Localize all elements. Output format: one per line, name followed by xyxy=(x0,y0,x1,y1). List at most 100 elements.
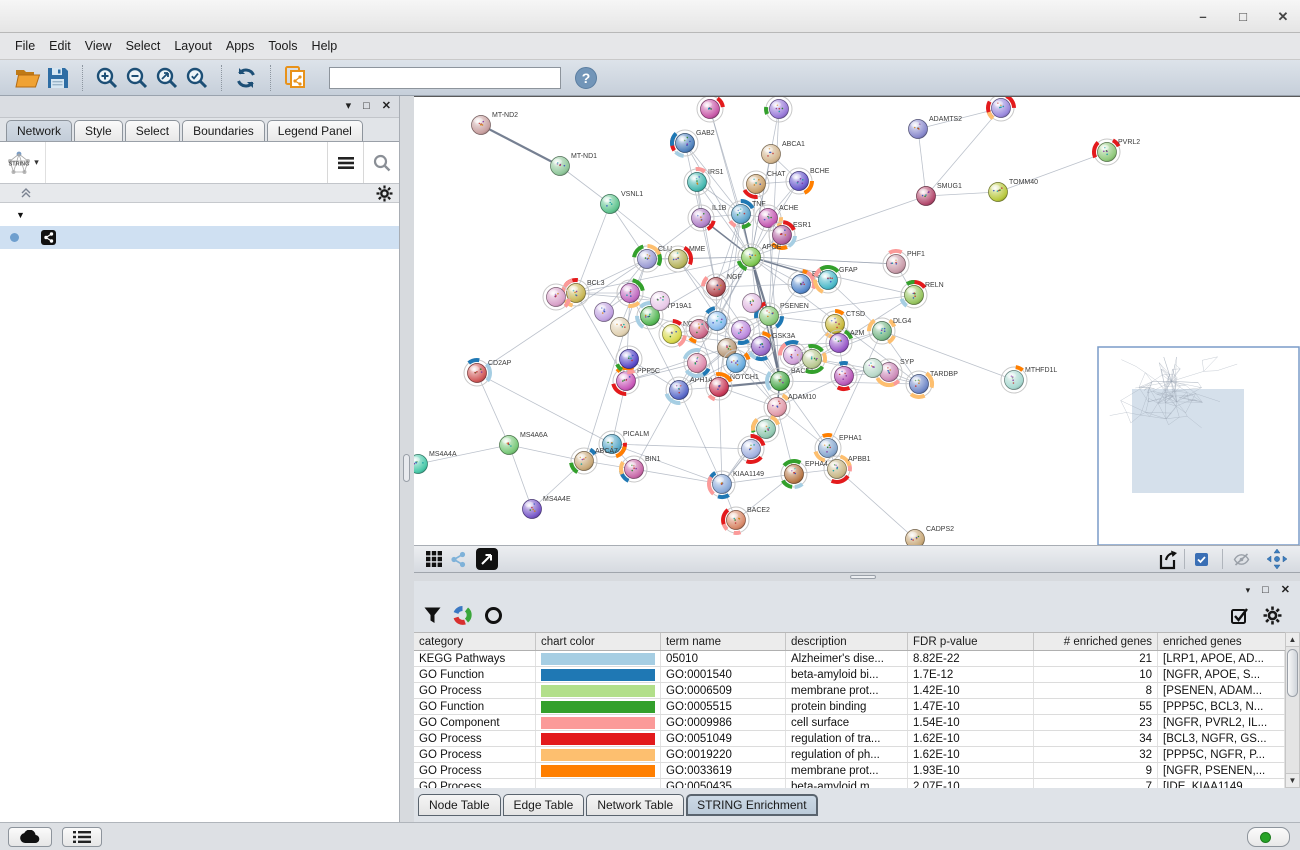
network-node[interactable] xyxy=(611,318,630,337)
tab-network[interactable]: Network xyxy=(6,120,72,141)
network-node[interactable]: PSENEN xyxy=(756,303,809,329)
column-header-3[interactable]: description xyxy=(786,633,908,650)
network-node[interactable]: KIAA1149 xyxy=(709,471,764,497)
network-node[interactable]: CHAT xyxy=(743,171,786,197)
string-options-button[interactable] xyxy=(327,142,363,183)
menu-tools[interactable]: Tools xyxy=(261,35,304,57)
network-node[interactable]: MT-ND1 xyxy=(551,153,598,176)
network-node[interactable]: PHF1 xyxy=(883,251,925,277)
network-node[interactable]: ABCA1 xyxy=(762,141,806,164)
column-header-1[interactable]: chart color xyxy=(536,633,661,650)
network-from-clipboard-icon[interactable] xyxy=(280,64,310,92)
network-node[interactable]: PPP5C xyxy=(613,368,660,394)
birdseye-view[interactable] xyxy=(1098,347,1299,545)
network-node[interactable]: IL1B xyxy=(688,205,727,231)
network-node[interactable]: BIN1 xyxy=(621,456,661,482)
table-row[interactable]: GO FunctionGO:0001540beta-amyloid bi...1… xyxy=(414,667,1285,683)
network-node[interactable]: VSNL1 xyxy=(601,191,644,214)
scroll-up-icon[interactable]: ▲ xyxy=(1286,633,1299,647)
string-query-input[interactable] xyxy=(46,142,317,183)
table-row[interactable]: GO ProcessGO:0050435beta-amyloid m...2.0… xyxy=(414,779,1285,788)
network-node[interactable]: BCHE xyxy=(786,168,830,194)
network-node[interactable]: DLG4 xyxy=(869,318,911,344)
network-node[interactable]: GFAP xyxy=(815,267,858,293)
table-row[interactable]: GO ComponentGO:0009986cell surface1.54E-… xyxy=(414,715,1285,731)
table-row[interactable]: GO ProcessGO:0033619membrane prot...1.93… xyxy=(414,763,1285,779)
filter-icon[interactable] xyxy=(424,607,441,624)
close-button[interactable]: ✕ xyxy=(1274,8,1292,26)
panel-divider[interactable] xyxy=(400,96,414,822)
menu-help[interactable]: Help xyxy=(305,35,345,57)
table-row[interactable]: GO ProcessGO:0019220regulation of ph...1… xyxy=(414,747,1285,763)
table-splitter[interactable] xyxy=(414,573,1300,581)
birdseye-toggle-icon[interactable] xyxy=(1262,545,1292,573)
string-source-selector[interactable]: STRING ▾ xyxy=(0,142,46,183)
network-node[interactable]: CD2AP xyxy=(464,360,512,386)
network-node[interactable]: ABCA7 xyxy=(571,448,618,474)
splitter-handle[interactable] xyxy=(850,575,876,579)
panel-menu-icon[interactable]: ▾ xyxy=(346,101,352,112)
network-node[interactable] xyxy=(723,350,749,376)
grid-view-icon[interactable] xyxy=(422,545,446,573)
zoom-in-icon[interactable] xyxy=(92,64,122,92)
maximize-button[interactable]: □ xyxy=(1234,8,1252,26)
zoom-out-icon[interactable] xyxy=(122,64,152,92)
network-node[interactable]: MS4A4A xyxy=(414,451,457,474)
network-node[interactable]: MTHFD1L xyxy=(1001,367,1057,393)
network-node[interactable]: TOMM40 xyxy=(989,179,1039,202)
menu-view[interactable]: View xyxy=(78,35,119,57)
network-node[interactable] xyxy=(616,346,642,372)
menu-file[interactable]: File xyxy=(8,35,42,57)
annotation-mode-icon[interactable] xyxy=(470,545,504,573)
column-header-2[interactable]: term name xyxy=(661,633,786,650)
open-file-icon[interactable] xyxy=(13,64,43,92)
tab-select[interactable]: Select xyxy=(125,120,180,141)
network-node[interactable] xyxy=(864,359,883,378)
network-node[interactable]: RELN xyxy=(901,282,944,308)
tab-boundaries[interactable]: Boundaries xyxy=(182,120,265,141)
tab-style[interactable]: Style xyxy=(74,120,123,141)
table-row[interactable]: GO FunctionGO:0005515protein binding1.47… xyxy=(414,699,1285,715)
gear-icon[interactable] xyxy=(376,185,393,202)
column-header-4[interactable]: FDR p-value xyxy=(908,633,1034,650)
table-row[interactable]: GO ProcessGO:0006509membrane prot...1.42… xyxy=(414,683,1285,699)
tab-legend-panel[interactable]: Legend Panel xyxy=(267,120,363,141)
ring-chart-icon[interactable] xyxy=(484,606,503,625)
network-node[interactable] xyxy=(988,97,1014,121)
gear-icon[interactable] xyxy=(1263,606,1282,625)
chart-settings-icon[interactable] xyxy=(453,606,472,625)
menu-apps[interactable]: Apps xyxy=(219,35,262,57)
scrollbar-thumb[interactable] xyxy=(1287,649,1298,697)
network-node[interactable] xyxy=(743,294,762,313)
menu-select[interactable]: Select xyxy=(119,35,168,57)
network-node[interactable]: MS4A4E xyxy=(523,496,571,519)
network-node[interactable] xyxy=(728,317,754,343)
network-node[interactable] xyxy=(543,284,569,310)
tab-edge-table[interactable]: Edge Table xyxy=(503,794,585,816)
network-node[interactable]: MS4A6A xyxy=(500,432,548,455)
float-panel-icon[interactable]: □ xyxy=(363,101,370,112)
network-canvas[interactable]: MT-ND2MT-ND1VSNL1GAB2IRS1CHATABCA1BCHEIL… xyxy=(414,96,1300,545)
column-header-6[interactable]: enriched genes xyxy=(1158,633,1285,650)
network-node[interactable] xyxy=(766,97,792,122)
select-all-checkbox-icon[interactable] xyxy=(1231,607,1249,625)
minimize-button[interactable]: – xyxy=(1194,8,1212,26)
network-node[interactable]: TARDBP xyxy=(906,371,958,397)
menu-layout[interactable]: Layout xyxy=(167,35,219,57)
network-node[interactable]: A2M xyxy=(826,330,865,356)
float-panel-icon[interactable]: □ xyxy=(1262,585,1269,596)
network-node[interactable] xyxy=(704,308,730,334)
menu-edit[interactable]: Edit xyxy=(42,35,78,57)
network-row[interactable] xyxy=(0,226,399,249)
network-node[interactable] xyxy=(697,97,723,122)
scroll-down-icon[interactable]: ▼ xyxy=(1286,773,1299,787)
birdseye-viewport[interactable] xyxy=(1132,389,1244,493)
network-node[interactable]: EPHA4 xyxy=(781,461,828,487)
table-row[interactable]: GO ProcessGO:0051049regulation of tra...… xyxy=(414,731,1285,747)
tree-expand-icon[interactable]: ▼ xyxy=(16,210,25,220)
column-header-0[interactable]: category xyxy=(414,633,536,650)
search-input[interactable] xyxy=(329,67,561,89)
divider-handle[interactable] xyxy=(403,454,410,482)
network-node[interactable] xyxy=(738,436,764,462)
table-row[interactable]: KEGG Pathways05010Alzheimer's dise...8.8… xyxy=(414,651,1285,667)
